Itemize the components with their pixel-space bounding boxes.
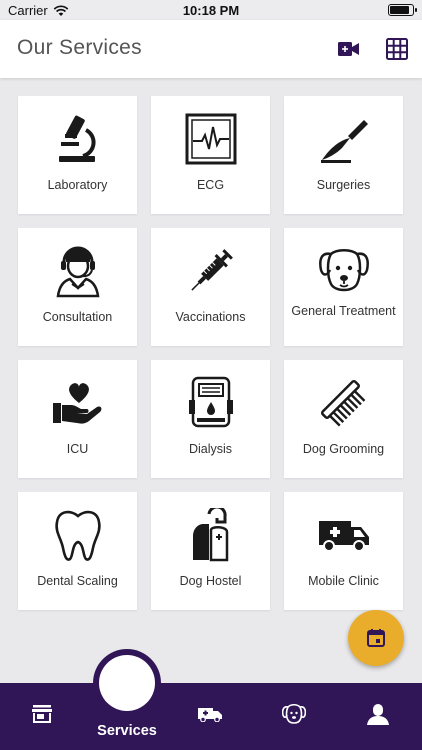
tab-store[interactable] (22, 699, 62, 729)
tab-profile[interactable] (358, 699, 398, 729)
services-icon (99, 655, 155, 711)
service-label: Laboratory (47, 178, 108, 192)
service-label: Dog Hostel (179, 574, 242, 588)
battery-icon (388, 4, 417, 16)
pet-icon (282, 703, 306, 724)
bottom-tab-bar (0, 683, 422, 750)
service-label: Dental Scaling (37, 574, 118, 588)
tab-services-label: Services (97, 723, 157, 739)
service-label: Mobile Clinic (308, 574, 379, 588)
service-card-general-treatment[interactable]: General Treatment (284, 228, 403, 346)
doctor-headset-icon (56, 246, 99, 298)
dialysis-machine-icon (188, 376, 233, 428)
service-card-dental-scaling[interactable]: Dental Scaling (18, 492, 137, 610)
service-label: Dialysis (188, 442, 233, 456)
service-card-icu[interactable]: ICU (18, 360, 137, 478)
comb-icon (320, 379, 365, 427)
syringe-icon (190, 249, 233, 291)
video-plus-icon (338, 42, 359, 56)
service-label: Consultation (42, 310, 113, 324)
appointment-fab[interactable] (348, 610, 404, 666)
ecg-monitor-icon (185, 113, 236, 165)
grid-view-button[interactable] (385, 37, 409, 61)
tooth-icon (54, 510, 101, 561)
video-call-button[interactable] (337, 37, 361, 61)
status-time: 10:18 PM (182, 3, 240, 18)
dog-hostel-icon (192, 508, 228, 562)
grid-icon (386, 38, 408, 60)
heart-hand-icon (52, 383, 101, 424)
service-card-dialysis[interactable]: Dialysis (151, 360, 270, 478)
dog-face-icon (318, 249, 369, 292)
microscope-icon (58, 115, 96, 162)
service-label: Surgeries (316, 178, 371, 192)
service-card-dog-grooming[interactable]: Dog Grooming (284, 360, 403, 478)
service-card-dog-hostel[interactable]: Dog Hostel (151, 492, 270, 610)
service-card-laboratory[interactable]: Laboratory (18, 96, 137, 214)
app-header: Our Services (0, 20, 422, 78)
ambulance-icon (198, 708, 222, 722)
tab-ambulance[interactable] (190, 699, 230, 729)
services-grid: Laboratory ECG Surgeries Consultation Va… (18, 96, 404, 610)
service-label: ECG (196, 178, 225, 192)
service-card-consultation[interactable]: Consultation (18, 228, 137, 346)
page-title: Our Services (17, 36, 142, 59)
profile-icon (367, 704, 389, 725)
store-icon (32, 705, 52, 723)
tab-services[interactable] (93, 649, 161, 717)
service-label: Vaccinations (175, 310, 246, 324)
calendar-icon (367, 629, 385, 647)
service-label: General Treatment (291, 304, 396, 318)
service-card-mobile-clinic[interactable]: Mobile Clinic (284, 492, 403, 610)
ambulance-icon (318, 521, 369, 552)
service-card-ecg[interactable]: ECG (151, 96, 270, 214)
scalpel-icon (320, 120, 368, 163)
service-label: Dog Grooming (302, 442, 385, 456)
service-card-vaccinations[interactable]: Vaccinations (151, 228, 270, 346)
tab-pet[interactable] (274, 699, 314, 729)
status-bar: Carrier 10:18 PM (0, 0, 422, 20)
service-card-surgeries[interactable]: Surgeries (284, 96, 403, 214)
service-label: ICU (66, 442, 89, 456)
